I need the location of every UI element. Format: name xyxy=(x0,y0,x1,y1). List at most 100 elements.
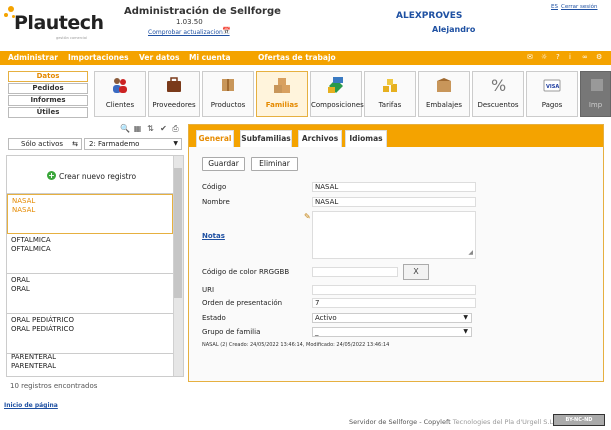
notes-link[interactable]: Notas xyxy=(202,232,225,240)
save-button[interactable]: Guardar xyxy=(202,157,245,171)
module-utiles[interactable]: Útiles xyxy=(8,107,88,118)
plus-icon: + xyxy=(47,171,56,180)
check-updates-link[interactable]: Comprobar actualizaciones xyxy=(148,29,230,36)
color-label: Código de color RRGGBB xyxy=(202,268,290,276)
list-item[interactable]: NASAL NASAL xyxy=(7,194,173,234)
tile-embalajes[interactable]: Embalajes xyxy=(418,71,470,117)
new-record-button[interactable]: + Crear nuevo registro xyxy=(7,156,173,194)
tab-idiomas[interactable]: Idiomas xyxy=(345,130,387,147)
tile-tarifas[interactable]: Tarifas xyxy=(364,71,416,117)
grid-icon[interactable]: ▦ xyxy=(133,124,142,133)
main-menubar: Administrar Importaciones Ver datos Mi c… xyxy=(0,51,611,65)
module-datos[interactable]: Datos xyxy=(8,71,88,82)
list-item[interactable]: ORAL PEDIÁTRICO ORAL PEDIÁTRICO xyxy=(7,314,173,354)
resize-grip-icon[interactable]: ◢ xyxy=(468,249,473,256)
tile-proveedores[interactable]: Proveedores xyxy=(148,71,200,117)
tile-pagos[interactable]: VISA Pagos xyxy=(526,71,578,117)
calendar-icon[interactable]: 📅 xyxy=(222,27,231,35)
nombre-field[interactable]: NASAL xyxy=(312,197,476,207)
tile-familias[interactable]: Familias xyxy=(256,71,308,117)
detail-panel: General Subfamilias Archivos Idiomas Gua… xyxy=(188,124,604,382)
footer-credit: Tecnologies del Pla d'Urgell S.L. xyxy=(452,418,556,426)
module-list: Datos Pedidos Informes Útiles xyxy=(8,71,88,119)
link-icon[interactable]: ∞ xyxy=(582,53,588,61)
tab-general[interactable]: General xyxy=(196,130,234,147)
footer-server: Servidor de Sellforge - Copyleft xyxy=(349,418,451,426)
grupo-select[interactable]: _ ▼ xyxy=(312,327,472,337)
tile-impuestos[interactable]: Imp xyxy=(580,71,611,117)
bulb-icon[interactable]: ☼ xyxy=(541,53,547,61)
credit-card-icon: VISA xyxy=(543,79,561,92)
nombre-label: Nombre xyxy=(202,198,230,206)
search-icon[interactable]: 🔍 xyxy=(120,124,130,133)
svg-text:%: % xyxy=(491,76,506,94)
category-select[interactable]: 2: Farmademo ▼ xyxy=(84,138,182,150)
estado-label: Estado xyxy=(202,314,226,322)
scrollbar-thumb[interactable] xyxy=(174,168,182,298)
module-informes[interactable]: Informes xyxy=(8,95,88,106)
record-metadata: NASAL (2) Creado: 24/05/2022 13:46:14, M… xyxy=(202,342,390,348)
settings-icon[interactable]: ⚙ xyxy=(596,53,602,61)
list-toolbar: 🔍 ▦ ⇅ ✔ ⎙ xyxy=(120,124,182,134)
menu-ver-datos[interactable]: Ver datos xyxy=(139,53,179,62)
module-pedidos[interactable]: Pedidos xyxy=(8,83,88,94)
list-item[interactable]: ORAL ORAL xyxy=(7,274,173,314)
print-icon[interactable]: ⎙ xyxy=(171,124,180,133)
license-badge[interactable]: BY-NC-ND xyxy=(553,414,605,426)
menu-mi-cuenta[interactable]: Mi cuenta xyxy=(189,53,231,62)
footer: Servidor de Sellforge - Copyleft Tecnolo… xyxy=(349,418,555,426)
tab-archivos[interactable]: Archivos xyxy=(298,130,342,147)
tab-bar: General Subfamilias Archivos Idiomas xyxy=(189,125,603,147)
codigo-field[interactable]: NASAL xyxy=(312,182,476,192)
package-icon xyxy=(437,78,451,92)
notes-textarea[interactable]: ◢ xyxy=(312,211,476,259)
tax-icon xyxy=(590,79,603,91)
uri-field[interactable] xyxy=(312,285,476,295)
estado-select[interactable]: Activo ▼ xyxy=(312,313,472,323)
uri-label: URI xyxy=(202,286,215,294)
tile-productos[interactable]: Productos xyxy=(202,71,254,117)
chevron-down-icon: ▼ xyxy=(463,314,468,321)
user-name: Alejandro xyxy=(432,25,476,34)
menu-ofertas[interactable]: Ofertas de trabajo xyxy=(258,53,336,62)
percent-icon: % xyxy=(491,76,506,94)
coins-icon xyxy=(383,79,397,92)
check-icon[interactable]: ✔ xyxy=(159,124,168,133)
sort-icon[interactable]: ⇅ xyxy=(146,124,155,133)
clear-color-button[interactable]: X xyxy=(403,264,429,280)
record-count: 10 registros encontrados xyxy=(10,382,98,390)
delete-button[interactable]: Eliminar xyxy=(251,157,298,171)
tile-composiciones[interactable]: Composiciones xyxy=(310,71,364,117)
top-of-page-link[interactable]: Inicio de página xyxy=(4,402,58,409)
record-list: + Crear nuevo registro NASAL NASAL OFTAL… xyxy=(6,155,184,377)
composition-icon xyxy=(328,77,343,93)
active-filter[interactable]: Sólo activos ⇆ xyxy=(8,138,82,150)
list-scrollbar[interactable] xyxy=(173,156,183,376)
list-item[interactable]: OFTALMICA OFTALMICA xyxy=(7,234,173,274)
brand-tagline: gestión comercial xyxy=(56,36,88,40)
menu-administrar[interactable]: Administrar xyxy=(8,53,58,62)
pencil-icon[interactable]: ✎ xyxy=(304,212,311,221)
logout-link[interactable]: Cerrar sesión xyxy=(561,4,598,10)
briefcase-icon xyxy=(167,77,181,92)
company-name: ALEXPROVES xyxy=(396,11,463,21)
menu-importaciones[interactable]: Importaciones xyxy=(68,53,129,62)
language-link[interactable]: ES xyxy=(551,4,558,10)
tab-subfamilias[interactable]: Subfamilias xyxy=(240,130,292,147)
people-icon xyxy=(113,78,127,93)
app-title: Administración de Sellforge xyxy=(124,6,281,17)
color-field[interactable] xyxy=(312,267,398,277)
app-version: 1.03.50 xyxy=(176,18,203,26)
app-logo: Plautech gestión comercial xyxy=(4,6,104,42)
tile-clientes[interactable]: Clientes xyxy=(94,71,146,117)
box-icon xyxy=(222,79,234,91)
orden-field[interactable]: 7 xyxy=(312,298,476,308)
help-icon[interactable]: ? xyxy=(556,53,560,61)
tile-descuentos[interactable]: % Descuentos xyxy=(472,71,524,117)
chevron-down-icon: ▼ xyxy=(173,140,178,147)
mail-icon[interactable]: ✉ xyxy=(527,53,533,61)
info-icon[interactable]: i xyxy=(569,53,571,61)
brand-name: Plautech xyxy=(14,12,104,34)
list-item[interactable]: PARENTERAL PARENTERAL xyxy=(7,351,173,376)
svg-text:VISA: VISA xyxy=(546,84,559,90)
